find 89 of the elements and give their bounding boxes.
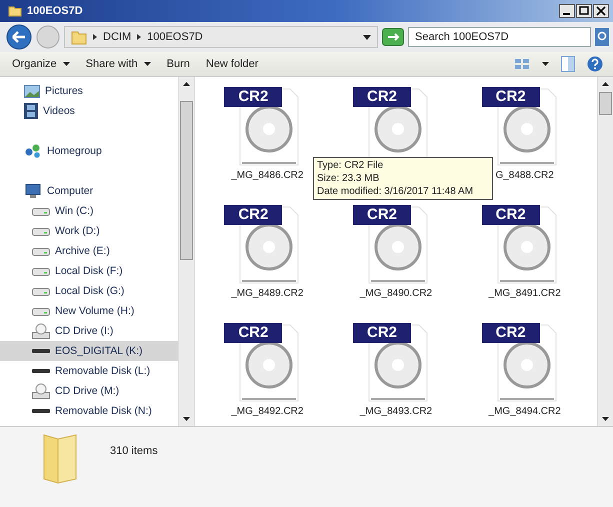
drive-icon: [32, 226, 50, 236]
sidebar-label: EOS_DIGITAL (K:): [55, 345, 143, 357]
file-type-label: CR2: [352, 87, 411, 107]
sidebar-label: Videos: [43, 105, 75, 117]
back-icon[interactable]: [6, 24, 32, 50]
refresh-icon[interactable]: [382, 28, 404, 46]
close-icon[interactable]: [593, 4, 609, 18]
file-name[interactable]: _MG_8486.CR2: [231, 170, 304, 181]
file-name[interactable]: _MG_8489.CR2: [231, 288, 304, 299]
folder-icon: [71, 29, 87, 45]
drive-icon: [32, 266, 50, 276]
breadcrumb[interactable]: 100EOS7D: [147, 31, 203, 43]
breadcrumb[interactable]: DCIM: [103, 31, 132, 43]
sidebar-label: New Volume (H:): [55, 305, 134, 317]
address-bar[interactable]: DCIM 100EOS7D: [64, 26, 378, 48]
search-field[interactable]: Search 100EOS7D: [408, 27, 591, 47]
film-icon: [24, 103, 38, 119]
sidebar-item[interactable]: Computer: [0, 181, 178, 201]
scroll-thumb[interactable]: [599, 92, 612, 115]
pictures-icon: [24, 84, 40, 98]
file-type-label: CR2: [224, 323, 282, 343]
file-type-label: CR2: [482, 87, 540, 107]
toolbar-button[interactable]: Burn: [160, 56, 196, 72]
cd-drive-icon: [32, 323, 50, 339]
sidebar-label: Local Disk (F:): [55, 265, 123, 277]
cd-drive-icon: [32, 383, 50, 399]
sidebar-item[interactable]: Work (D:): [0, 221, 178, 241]
sidebar-label: Win (C:): [55, 205, 94, 217]
sidebar-item[interactable]: New Volume (H:): [0, 301, 178, 321]
sidebar-item[interactable]: Removable Disk (L:): [0, 361, 178, 381]
sidebar-item[interactable]: CD Drive (M:): [0, 381, 178, 401]
file-type-label: CR2: [482, 323, 540, 343]
chevron-icon[interactable]: [136, 34, 142, 40]
sidebar-item[interactable]: Videos: [0, 101, 178, 121]
search-icon[interactable]: [595, 28, 609, 46]
sidebar-item[interactable]: EOS_DIGITAL (K:): [0, 341, 178, 361]
sidebar-item[interactable]: Archive (E:): [0, 241, 178, 261]
computer-icon: [24, 184, 42, 198]
window-title: 100EOS7D: [27, 5, 83, 17]
file-name[interactable]: _MG_8494.CR2: [488, 406, 561, 417]
caret-icon[interactable]: [542, 62, 549, 66]
scrollbar[interactable]: [178, 77, 194, 426]
sidebar-label: Pictures: [45, 85, 83, 97]
scroll-thumb[interactable]: [180, 101, 193, 260]
file-type-label: CR2: [482, 205, 540, 225]
sidebar-label: Archive (E:): [55, 245, 110, 257]
toolbar-button[interactable]: Share with: [80, 56, 157, 72]
sidebar-item[interactable]: Win (C:): [0, 201, 178, 221]
file-type-label: CR2: [224, 205, 282, 225]
file-type-label: CR2: [224, 87, 282, 107]
sidebar-label: CD Drive (M:): [55, 385, 120, 397]
sidebar-label: Removable Disk (N:): [55, 405, 152, 417]
item-count: 310 items: [110, 445, 158, 457]
sidebar-item[interactable]: CD Drive (I:): [0, 321, 178, 341]
chevron-icon[interactable]: [92, 34, 98, 40]
tooltip-text: Type: CR2 File: [317, 159, 384, 172]
sidebar-item[interactable]: Removable Disk (N:): [0, 401, 178, 421]
minimize-icon[interactable]: [559, 4, 575, 18]
scrollbar[interactable]: [597, 77, 613, 426]
toolbar-button[interactable]: Organize: [6, 56, 76, 72]
file-name[interactable]: _MG_8493.CR2: [360, 406, 432, 417]
sidebar-label: Computer: [47, 185, 94, 197]
sidebar-label: Homegroup: [47, 145, 102, 157]
maximize-icon[interactable]: [576, 4, 592, 18]
file-type-label: CR2: [352, 205, 411, 225]
sidebar-item[interactable]: Pictures: [0, 81, 178, 101]
file-name[interactable]: G_8488.CR2: [495, 170, 554, 181]
tooltip-text: Date modified: 3/16/2017 11:48 AM: [317, 185, 474, 198]
file-name[interactable]: _MG_8492.CR2: [231, 406, 304, 417]
drive-icon: [32, 206, 50, 216]
caret-icon[interactable]: [363, 34, 371, 40]
help-icon[interactable]: [587, 56, 603, 72]
sidebar-label: Work (D:): [55, 225, 100, 237]
drive-icon: [32, 286, 50, 296]
file-name[interactable]: _MG_8490.CR2: [360, 288, 432, 299]
sidebar-item[interactable]: Local Disk (G:): [0, 281, 178, 301]
drive-icon: [32, 246, 50, 256]
sidebar-label: Removable Disk (L:): [55, 365, 150, 377]
drive-icon: [32, 306, 50, 316]
file-type-label: CR2: [352, 323, 411, 343]
folder-icon: [8, 4, 22, 18]
sidebar-item[interactable]: Homegroup: [0, 141, 178, 161]
homegroup-icon: [24, 144, 42, 158]
sidebar-label: Local Disk (G:): [55, 285, 124, 297]
toolbar-button[interactable]: New folder: [200, 56, 264, 72]
tooltip-text: Size: 23.3 MB: [317, 172, 380, 185]
file-name[interactable]: _MG_8491.CR2: [488, 288, 561, 299]
sidebar-item[interactable]: Local Disk (F:): [0, 261, 178, 281]
sidebar-label: CD Drive (I:): [55, 325, 114, 337]
